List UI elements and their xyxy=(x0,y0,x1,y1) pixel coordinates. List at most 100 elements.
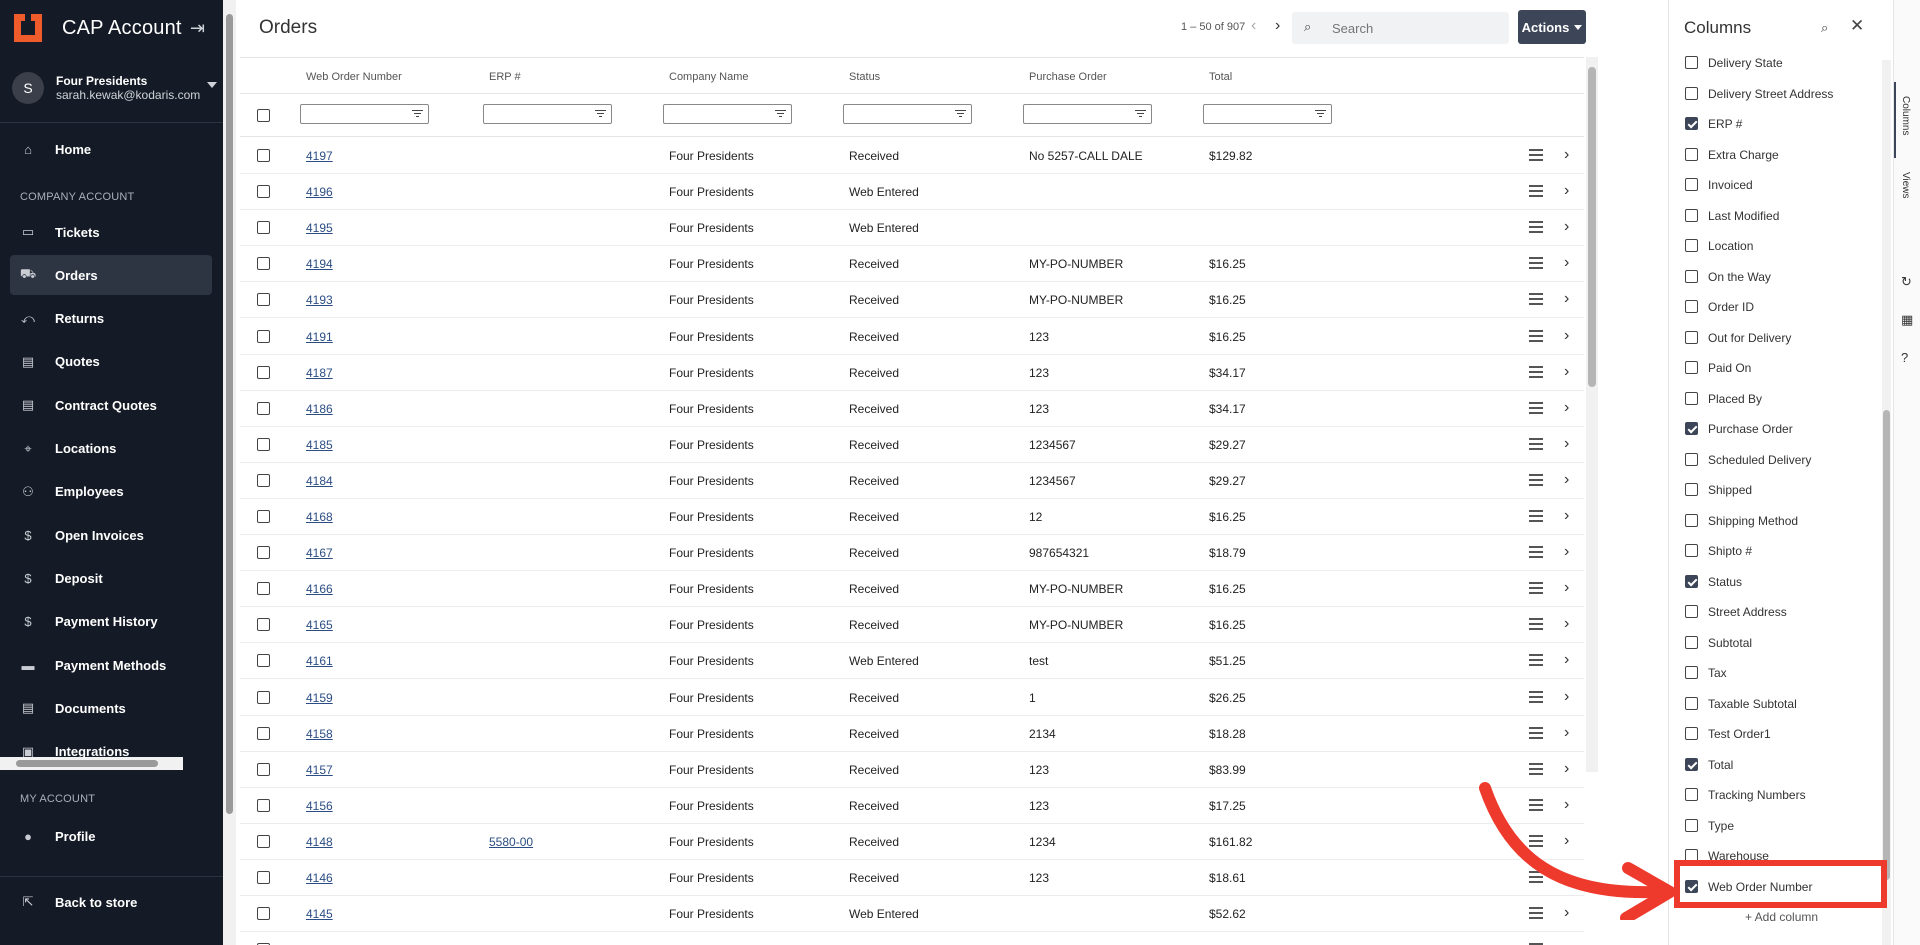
comment-icon[interactable] xyxy=(1529,257,1543,270)
sidebar-item-payment-methods[interactable]: ▬ Payment Methods xyxy=(10,645,212,685)
column-option[interactable]: Delivery Street Address xyxy=(1684,84,1874,109)
column-option[interactable]: Scheduled Delivery xyxy=(1684,450,1874,475)
column-checkbox[interactable] xyxy=(1685,605,1698,618)
column-checkbox[interactable] xyxy=(1685,696,1698,710)
cell-web[interactable]: 4166 xyxy=(306,582,333,596)
table-row[interactable]: 4185 Four Presidents Received 1234567 $29.27… xyxy=(240,427,1584,463)
chevron-right-icon[interactable]: › xyxy=(1564,651,1569,669)
table-row[interactable]: 4158 Four Presidents Received 2134 $18.28 › xyxy=(240,716,1584,752)
comment-icon[interactable] xyxy=(1529,546,1543,559)
column-header[interactable]: Status xyxy=(849,71,880,83)
table-row[interactable]: 4148 5580-00 Four Presidents Received 1234 $1… xyxy=(240,824,1584,860)
table-row[interactable]: 4167 Four Presidents Received 987654321 $18.… xyxy=(240,535,1584,572)
column-header[interactable]: Web Order Number xyxy=(306,71,402,83)
chevron-right-icon[interactable]: › xyxy=(1564,615,1569,633)
column-option[interactable]: Shipto # xyxy=(1684,541,1874,566)
cell-web[interactable]: 4159 xyxy=(306,691,333,705)
close-icon[interactable]: ✕ xyxy=(1850,16,1864,36)
column-option[interactable]: Taxable Subtotal xyxy=(1684,694,1874,719)
chevron-right-icon[interactable]: › xyxy=(1275,17,1280,35)
row-checkbox[interactable] xyxy=(257,907,270,921)
sidebar-item-contract-quotes[interactable]: ▤ Contract Quotes xyxy=(10,385,212,425)
comment-icon[interactable] xyxy=(1529,834,1543,848)
row-checkbox[interactable] xyxy=(257,834,270,848)
row-checkbox[interactable] xyxy=(257,257,270,271)
chevron-right-icon[interactable]: › xyxy=(1564,471,1569,489)
chevron-right-icon[interactable]: › xyxy=(1564,182,1569,200)
comment-icon[interactable] xyxy=(1529,798,1543,812)
table-row[interactable]: 4165 Four Presidents Received MY-PO-NUMBER $… xyxy=(240,607,1584,644)
column-option[interactable]: Out for Delivery xyxy=(1684,328,1874,353)
comment-icon[interactable] xyxy=(1529,510,1543,523)
table-row[interactable]: 4195 Four Presidents Web Entered › xyxy=(240,210,1584,247)
column-checkbox[interactable] xyxy=(1685,666,1698,679)
column-filter-input[interactable] xyxy=(300,104,429,124)
select-all-checkbox[interactable] xyxy=(257,109,270,122)
sidebar-item-locations[interactable]: ⌖ Locations xyxy=(10,429,212,469)
column-option[interactable]: Tax xyxy=(1684,663,1874,688)
comment-icon[interactable] xyxy=(1529,221,1543,234)
column-checkbox[interactable] xyxy=(1685,422,1698,435)
comment-icon[interactable] xyxy=(1529,185,1543,198)
sidebar-item-home[interactable]: ⌂ Home xyxy=(10,129,212,169)
exit-icon[interactable]: ⇥ xyxy=(190,18,205,39)
column-option[interactable]: On the Way xyxy=(1684,267,1874,292)
comment-icon[interactable] xyxy=(1529,582,1543,595)
brand[interactable]: CAP Account ⇥ xyxy=(14,14,205,42)
table-row[interactable]: 4144Four PresidentsReceived123$69.02› xyxy=(240,932,1584,945)
column-option[interactable]: Purchase Order xyxy=(1684,419,1874,444)
row-checkbox[interactable] xyxy=(257,221,270,235)
column-option[interactable]: Extra Charge xyxy=(1684,145,1874,170)
column-checkbox[interactable] xyxy=(1685,269,1698,283)
table-row[interactable]: 4159 Four Presidents Received 1 $26.25 › xyxy=(240,680,1584,716)
comment-icon[interactable] xyxy=(1529,473,1543,487)
search-input[interactable] xyxy=(1332,18,1502,38)
cell-web[interactable]: 4194 xyxy=(306,257,333,271)
chevron-right-icon[interactable]: › xyxy=(1564,363,1569,381)
table-row[interactable]: 4145 Four Presidents Web Entered $52.62 › xyxy=(240,896,1584,933)
cell-web[interactable]: 4187 xyxy=(306,366,333,380)
row-checkbox[interactable] xyxy=(257,871,270,884)
cell-web[interactable]: 4161 xyxy=(306,654,333,668)
chevron-right-icon[interactable]: › xyxy=(1564,254,1569,272)
column-checkbox[interactable] xyxy=(1685,452,1698,466)
column-filter-input[interactable] xyxy=(843,104,972,124)
chevron-right-icon[interactable]: › xyxy=(1564,507,1569,525)
comment-icon[interactable] xyxy=(1529,690,1543,704)
search-icon[interactable]: ⌕ xyxy=(1821,20,1828,36)
cell-web[interactable]: 4158 xyxy=(306,727,333,741)
back-to-store-link[interactable]: ⇱ Back to store xyxy=(10,882,212,922)
comment-icon[interactable] xyxy=(1529,907,1543,920)
chevron-right-icon[interactable]: › xyxy=(1564,796,1569,814)
row-checkbox[interactable] xyxy=(257,293,270,307)
sidebar-item-profile[interactable]: ● Profile xyxy=(10,816,212,856)
column-checkbox[interactable] xyxy=(1685,727,1698,740)
refresh-icon[interactable]: ↻ xyxy=(1901,274,1912,290)
cell-web[interactable]: 4191 xyxy=(306,330,333,344)
chevron-right-icon[interactable]: › xyxy=(1564,868,1569,886)
chevron-right-icon[interactable]: › xyxy=(1564,327,1569,345)
cell-web[interactable]: 4165 xyxy=(306,618,333,632)
cell-web[interactable]: 4146 xyxy=(306,871,333,885)
row-checkbox[interactable] xyxy=(257,401,270,415)
comment-icon[interactable] xyxy=(1529,437,1543,451)
chevron-right-icon[interactable]: › xyxy=(1564,724,1569,742)
column-checkbox[interactable] xyxy=(1685,56,1698,69)
comment-icon[interactable] xyxy=(1529,762,1543,776)
column-header[interactable]: Purchase Order xyxy=(1029,71,1107,83)
table-row[interactable]: 4194 Four Presidents Received MY-PO-NUMBER $… xyxy=(240,246,1584,283)
row-checkbox[interactable] xyxy=(257,329,270,343)
column-option[interactable]: Paid On xyxy=(1684,358,1874,383)
column-option[interactable]: Placed By xyxy=(1684,389,1874,414)
user-menu[interactable]: S Four Presidents sarah.kewak@kodaris.co… xyxy=(12,70,217,106)
chevron-right-icon[interactable]: › xyxy=(1564,760,1569,778)
table-row[interactable]: 4186 Four Presidents Received 123 $34.17 › xyxy=(240,391,1584,427)
column-option[interactable]: Test Order1 xyxy=(1684,724,1874,749)
cell-web[interactable]: 4157 xyxy=(306,763,333,777)
column-checkbox[interactable] xyxy=(1685,757,1698,771)
chevron-right-icon[interactable]: › xyxy=(1564,579,1569,597)
column-checkbox[interactable] xyxy=(1685,635,1698,649)
cell-web[interactable]: 4186 xyxy=(306,402,333,416)
sidebar-item-returns[interactable]: ⤺ Returns xyxy=(10,299,212,339)
table-row[interactable]: 4161 Four Presidents Web Entered test $51.25… xyxy=(240,643,1584,680)
